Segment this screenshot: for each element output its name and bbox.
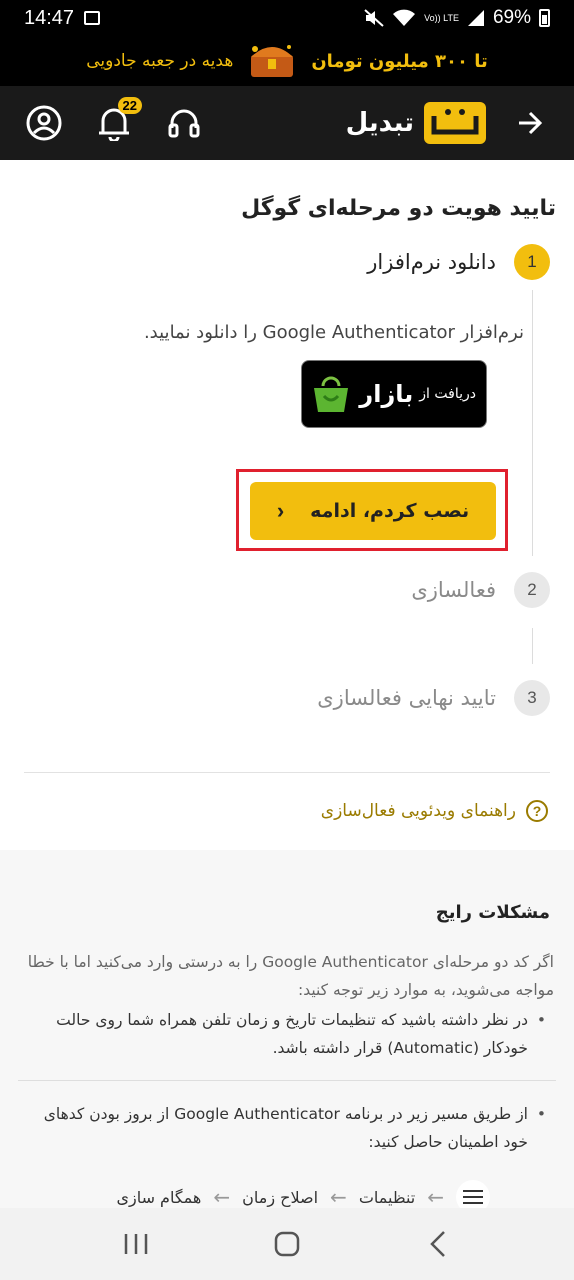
problems-bullet-1: در نظر داشته باشید که تنظیمات تاریخ و زم… [28,1006,548,1062]
path-item-settings: تنظیمات [358,1187,416,1207]
arrow-right-icon [519,111,543,135]
bazaar-text: دریافت از بازار [359,380,476,408]
arrow-left-icon: ← [427,1185,444,1209]
promo-banner[interactable]: تا ۳۰۰ میلیون تومان هدیه در جعبه جادویی [0,36,574,86]
status-right: Vo)) LTE 69% [364,7,550,29]
problems-divider [18,1080,556,1081]
back-button[interactable] [510,103,550,143]
continue-button[interactable]: نصب کردم، ادامه ‹ [250,482,496,540]
promo-text-gift: هدیه در جعبه جادویی [86,51,234,71]
path-item-time-correction: اصلاح زمان [242,1187,319,1207]
bazaar-bag-icon [314,376,348,412]
profile-button[interactable] [24,103,64,143]
page-title: تایید هویت دو مرحله‌ای گوگل [241,196,556,221]
bazaar-small-label: دریافت از [419,386,476,402]
step-2: 2 فعالسازی [411,572,550,608]
logo-mark-icon [431,109,479,135]
signal-icon [467,10,484,26]
step-description: نرم‌افزار Google Authenticator را دانلود… [143,322,524,343]
step-1-label: دانلود نرم‌افزار [367,250,496,274]
step-2-number: 2 [514,572,550,608]
support-button[interactable] [164,103,204,143]
chevron-left-icon: ‹ [276,498,285,523]
user-icon [26,105,62,141]
continue-label: نصب کردم، ادامه [310,500,470,522]
brand[interactable]: تبدیل [346,102,486,144]
home-button[interactable] [257,1214,317,1274]
app-header: 22 تبدیل [0,86,574,160]
step-1: 1 دانلود نرم‌افزار [367,244,550,280]
recents-icon [124,1234,147,1254]
battery-icon [539,9,550,27]
step-2-label: فعالسازی [411,578,496,602]
step-connector [532,290,533,556]
recent-apps-button[interactable] [106,1214,166,1274]
problems-intro: اگر کد دو مرحله‌ای Google Authenticator … [27,953,554,999]
system-back-button[interactable] [408,1214,468,1274]
step-3-number: 3 [514,680,550,716]
problems-bullet-2: از طریق مسیر زیر در برنامه Google Authen… [28,1100,548,1156]
headset-icon [168,109,200,138]
brand-name: تبدیل [345,108,414,138]
video-guide-label: راهنمای ویدئویی فعال‌سازی [320,801,516,821]
chevron-left-icon [430,1231,446,1257]
arrow-left-icon: ← [330,1185,347,1209]
battery-percent: 69% [492,7,531,28]
path-item-sync: همگام سازی [116,1187,202,1207]
question-icon: ? [526,800,548,822]
bazaar-download-button[interactable]: دریافت از بازار [301,360,487,428]
video-guide-link[interactable]: ? راهنمای ویدئویی فعال‌سازی [321,800,548,822]
step-3: 3 تایید نهایی فعالسازی [317,680,550,716]
notifications-button[interactable]: 22 [94,97,142,143]
network-type: Vo)) LTE [424,12,459,23]
brand-logo [424,102,486,144]
arrow-left-icon: ← [213,1185,231,1209]
treasure-chest-icon [251,45,294,77]
header-actions: 22 [24,97,204,143]
step-connector-2 [532,628,533,664]
status-bar: 14:47 Vo)) LTE 69% [0,0,574,36]
wifi-icon [393,9,416,26]
image-notification-icon [84,11,101,25]
mute-icon [364,9,384,27]
common-problems-section: مشکلات رایج اگر کد دو مرحله‌ای Google Au… [0,850,574,1214]
step-3-label: تایید نهایی فعالسازی [317,686,496,710]
system-nav-bar [0,1208,574,1280]
notification-badge: 22 [117,97,142,114]
section-divider [24,772,550,773]
problems-title: مشکلات رایج [435,902,550,923]
bazaar-big-label: بازار [359,380,414,408]
home-icon [274,1231,300,1257]
status-time: 14:47 [24,6,75,29]
step-1-number: 1 [514,244,550,280]
promo-text-amount: تا ۳۰۰ میلیون تومان [311,50,488,72]
